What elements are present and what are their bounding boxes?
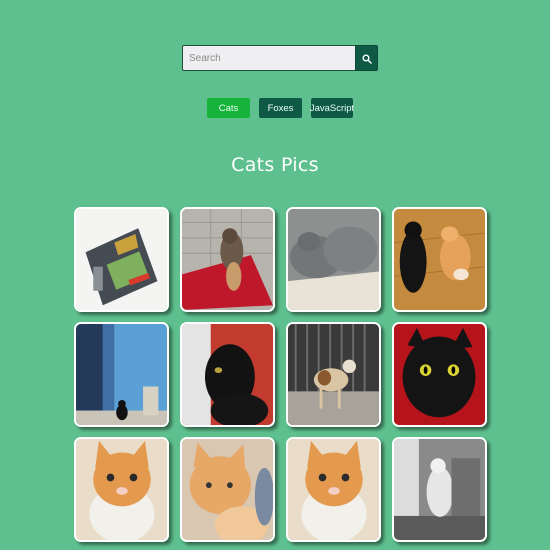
cat-image [76, 439, 167, 540]
cat-image-tile[interactable] [74, 207, 169, 312]
cat-image [182, 439, 273, 540]
page-title: Cats Pics [231, 154, 319, 176]
cat-image-tile[interactable] [180, 322, 275, 427]
cat-image-tile[interactable] [74, 322, 169, 427]
cat-image-tile[interactable] [286, 207, 381, 312]
search-button[interactable] [355, 45, 378, 71]
search-bar [182, 45, 378, 71]
cat-image-tile[interactable] [74, 437, 169, 542]
cat-image [182, 324, 273, 425]
cat-image [182, 209, 273, 310]
cat-image [288, 209, 379, 310]
cat-image-tile[interactable] [392, 207, 487, 312]
tab-javascript[interactable]: JavaScript [310, 98, 354, 118]
search-icon [362, 49, 372, 68]
cat-image-tile[interactable] [286, 437, 381, 542]
cat-image [288, 324, 379, 425]
cat-image-tile[interactable] [286, 322, 381, 427]
cat-image-tile[interactable] [180, 437, 275, 542]
cat-image-tile[interactable] [392, 322, 487, 427]
category-tabs: Cats Foxes JavaScript [0, 98, 550, 118]
cat-image [394, 439, 485, 540]
cat-image-tile[interactable] [180, 207, 275, 312]
search-input[interactable] [182, 45, 356, 71]
cat-image-tile[interactable] [392, 437, 487, 542]
cat-image [76, 209, 167, 310]
cat-image [394, 324, 485, 425]
cat-image [288, 439, 379, 540]
cat-image [76, 324, 167, 425]
tab-cats[interactable]: Cats [207, 98, 250, 118]
tab-foxes[interactable]: Foxes [259, 98, 302, 118]
image-grid [74, 207, 488, 550]
cat-image [394, 209, 485, 310]
